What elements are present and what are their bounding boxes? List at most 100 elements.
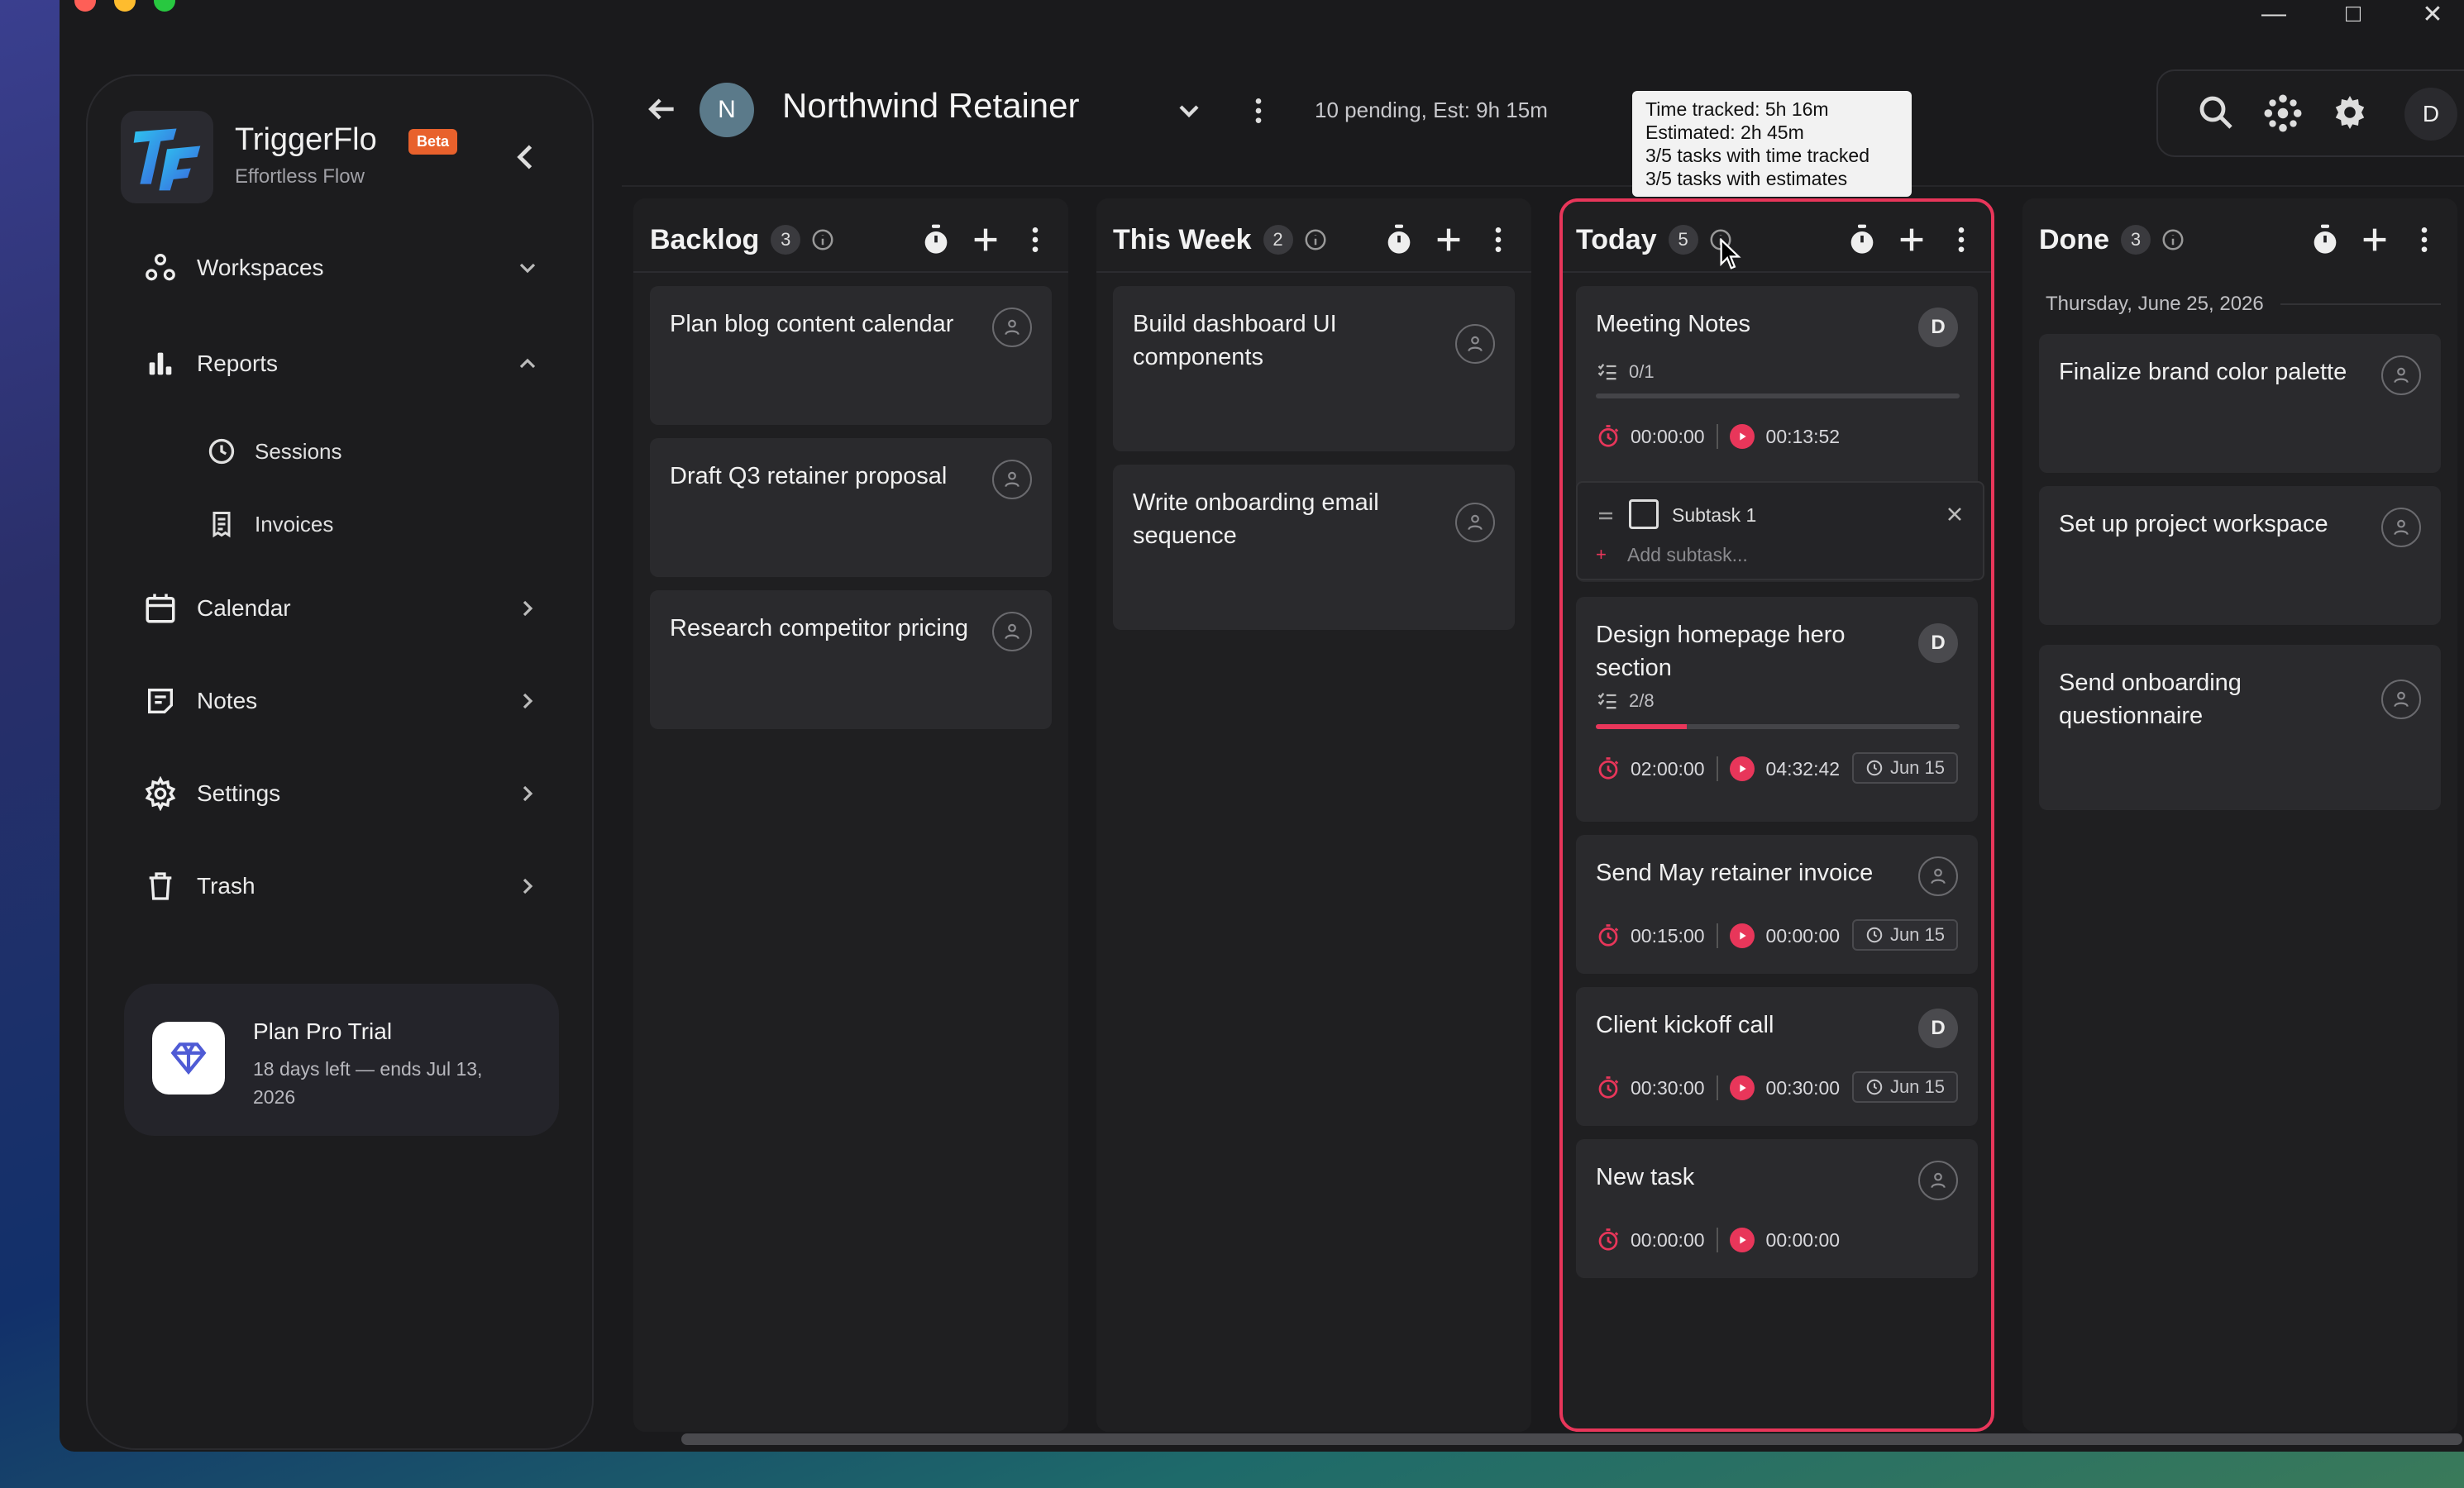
subtask-label[interactable]: Subtask 1 (1672, 504, 1756, 527)
column-more-icon[interactable] (1482, 223, 1515, 256)
play-icon[interactable] (1729, 756, 1755, 781)
remove-subtask-icon[interactable] (1943, 503, 1966, 526)
sidebar-subitem-sessions[interactable]: Sessions (205, 435, 342, 468)
chevron-down-icon (514, 255, 541, 281)
timer-icon[interactable] (2309, 223, 2342, 256)
time-row: 00:00:00 00:13:52 (1596, 422, 1840, 451)
assign-user-icon[interactable] (1455, 324, 1495, 364)
project-dropdown-icon[interactable] (1172, 94, 1206, 127)
sidebar-item-calendar[interactable]: Calendar (142, 590, 541, 627)
play-icon[interactable] (1729, 1075, 1755, 1100)
task-card[interactable]: Build dashboard UI components (1113, 286, 1515, 451)
column-more-icon[interactable] (1945, 223, 1978, 256)
app-name: TriggerFlo (235, 122, 377, 157)
window-controls: — □ ✕ (2257, 0, 2449, 29)
column-count: 3 (771, 225, 801, 255)
settings-gear-icon[interactable] (2330, 93, 2373, 136)
workspaces-icon (142, 250, 179, 286)
assignee-avatar[interactable]: D (1918, 308, 1958, 347)
info-icon[interactable] (810, 227, 835, 252)
play-icon[interactable] (1729, 923, 1755, 948)
estimate-time[interactable]: 00:00:00 (1631, 426, 1705, 448)
project-title[interactable]: Northwind Retainer (782, 86, 1080, 126)
assignee-avatar[interactable]: D (1918, 623, 1958, 663)
due-date-badge[interactable]: Jun 15 (1851, 1071, 1958, 1103)
task-card[interactable]: Write onboarding email sequence (1113, 465, 1515, 630)
chevron-right-icon (514, 595, 541, 622)
assign-user-icon[interactable] (1455, 503, 1495, 542)
assign-user-icon[interactable] (1918, 1161, 1958, 1200)
task-card[interactable]: Client kickoff call D 00:30:00 00:30:00 … (1576, 987, 1978, 1126)
task-title: Design homepage hero section (1596, 622, 1846, 681)
estimate-time[interactable]: 00:15:00 (1631, 925, 1705, 947)
notes-icon (142, 683, 179, 719)
timer-icon[interactable] (919, 223, 953, 256)
subtask-checkbox[interactable] (1629, 499, 1659, 529)
info-icon[interactable] (1303, 227, 1328, 252)
assign-user-icon[interactable] (992, 612, 1032, 651)
task-card[interactable]: Research competitor pricing (650, 590, 1052, 729)
estimate-time[interactable]: 02:00:00 (1631, 758, 1705, 780)
sidebar-item-notes[interactable]: Notes (142, 683, 541, 719)
zoom-window-button[interactable] (154, 0, 175, 12)
tooltip-line: Estimated: 2h 45m (1645, 122, 1804, 143)
minimize-window-button[interactable] (114, 0, 136, 12)
add-card-icon[interactable] (969, 223, 1002, 256)
maximize-icon[interactable]: □ (2337, 0, 2370, 29)
info-icon[interactable] (2161, 227, 2185, 252)
estimate-time[interactable]: 00:30:00 (1631, 1077, 1705, 1099)
user-avatar[interactable]: D (2404, 88, 2457, 141)
project-more-icon[interactable] (1242, 93, 1275, 129)
sidebar-subitem-invoices[interactable]: Invoices (205, 508, 333, 541)
add-card-icon[interactable] (1432, 223, 1465, 256)
checklist-icon (1597, 363, 1616, 380)
search-icon[interactable] (2196, 93, 2239, 136)
sidebar-item-workspaces[interactable]: Workspaces (142, 250, 541, 286)
due-date-badge[interactable]: Jun 15 (1851, 752, 1958, 784)
play-icon[interactable] (1729, 424, 1755, 449)
progress-fill (1596, 724, 1687, 729)
timer-icon[interactable] (1846, 223, 1879, 256)
add-subtask-input[interactable]: Add subtask... (1627, 544, 1748, 566)
add-card-icon[interactable] (1895, 223, 1928, 256)
sidebar-item-trash[interactable]: Trash (142, 868, 541, 904)
assign-user-icon[interactable] (2381, 355, 2421, 395)
plan-card[interactable]: Plan Pro Trial 18 days left — ends Jul 1… (124, 984, 559, 1136)
minimize-icon[interactable]: — (2257, 0, 2290, 29)
assign-user-icon[interactable] (992, 460, 1032, 499)
task-card[interactable]: Design homepage hero section D 2/8 02:00… (1576, 597, 1978, 822)
close-icon[interactable]: ✕ (2416, 0, 2449, 29)
assign-user-icon[interactable] (2381, 680, 2421, 719)
task-card[interactable]: Set up project workspace (2039, 486, 2441, 625)
sidebar-item-settings[interactable]: Settings (142, 775, 541, 812)
task-card[interactable]: Send onboarding questionnaire (2039, 645, 2441, 810)
timer-icon[interactable] (1382, 223, 1416, 256)
app-window: — □ ✕ TriggerFlo Beta Effortless Flow Wo… (60, 0, 2464, 1452)
assignee-avatar[interactable]: D (1918, 1009, 1958, 1048)
due-date-badge[interactable]: Jun 15 (1851, 919, 1958, 951)
beta-badge: Beta (408, 129, 458, 155)
time-separator (1716, 424, 1718, 449)
estimate-time[interactable]: 00:00:00 (1631, 1229, 1705, 1252)
column-more-icon[interactable] (1019, 223, 1052, 256)
collapse-sidebar-button[interactable] (508, 139, 544, 175)
task-card[interactable]: New task 00:00:00 00:00:00 (1576, 1139, 1978, 1278)
task-card[interactable]: Plan blog content calendar (650, 286, 1052, 425)
play-icon[interactable] (1729, 1228, 1755, 1252)
assign-user-icon[interactable] (2381, 508, 2421, 547)
integrations-icon[interactable] (2262, 93, 2305, 136)
horizontal-scrollbar[interactable] (681, 1433, 2462, 1445)
drag-handle-icon[interactable] (1596, 506, 1616, 526)
column-header: This Week 2 (1113, 217, 1515, 263)
sidebar-item-reports[interactable]: Reports (142, 346, 541, 382)
add-card-icon[interactable] (2358, 223, 2391, 256)
column-more-icon[interactable] (2408, 223, 2441, 256)
global-toolbar: D (2156, 69, 2464, 157)
assign-user-icon[interactable] (1918, 856, 1958, 896)
task-card[interactable]: Send May retainer invoice 00:15:00 00:00… (1576, 835, 1978, 974)
task-card[interactable]: Finalize brand color palette (2039, 334, 2441, 473)
back-button[interactable] (643, 91, 683, 131)
task-card[interactable]: Draft Q3 retainer proposal (650, 438, 1052, 577)
close-window-button[interactable] (74, 0, 96, 12)
assign-user-icon[interactable] (992, 308, 1032, 347)
